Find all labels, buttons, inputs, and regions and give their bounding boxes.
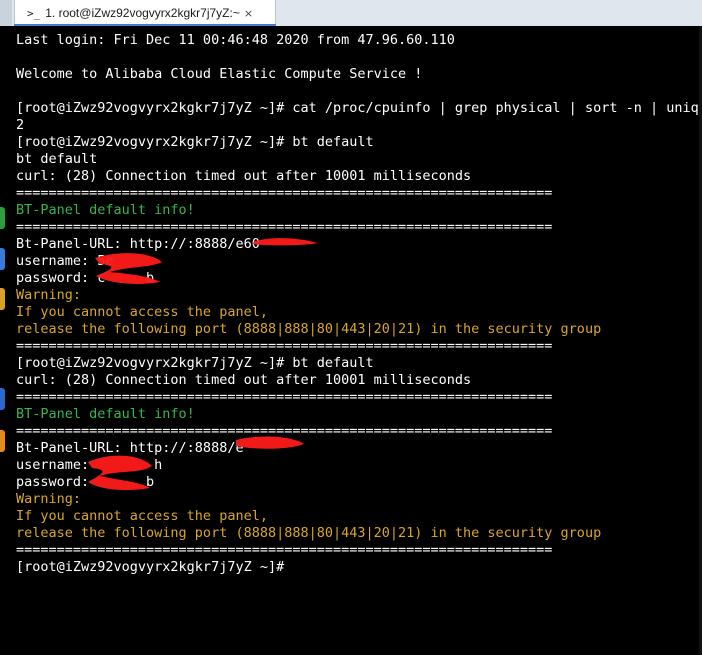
terminal-prompt-icon: >_ xyxy=(27,6,41,20)
terminal-line: BT-Panel default info! xyxy=(16,202,195,218)
terminal-line: ========================================… xyxy=(16,542,553,558)
terminal-line: ========================================… xyxy=(16,389,553,405)
terminal-line: release the following port (8888|888|80|… xyxy=(16,525,602,541)
terminal-line: Warning: xyxy=(16,491,82,507)
tab-session-1[interactable]: >_ 1. root@iZwz92vogvyrx2kgkr7j7yZ:~ × xyxy=(14,0,276,26)
terminal-line: bt default xyxy=(16,151,98,167)
tab-title: 1. root@iZwz92vogvyrx2kgkr7j7yZ:~ xyxy=(45,6,240,20)
tab-bar: >_ 1. root@iZwz92vogvyrx2kgkr7j7yZ:~ × xyxy=(0,0,702,26)
desktop-app-icon xyxy=(0,388,5,410)
terminal-line: password: c b xyxy=(16,270,155,286)
terminal-line: Bt-Panel-URL: http://:8888/e xyxy=(16,440,244,456)
terminal-window: >_ 1. root@iZwz92vogvyrx2kgkr7j7yZ:~ × L… xyxy=(0,0,702,655)
active-tab-indicator xyxy=(14,24,276,26)
terminal-line: If you cannot access the panel, xyxy=(16,508,268,524)
terminal-line: If you cannot access the panel, xyxy=(16,304,268,320)
desktop-app-icon xyxy=(0,248,5,270)
terminal-line: username: h xyxy=(16,457,163,473)
tab-bar-left-strip xyxy=(0,0,12,26)
terminal-line: [root@iZwz92vogvyrx2kgkr7j7yZ ~]# xyxy=(16,559,285,575)
terminal-line: BT-Panel default info! xyxy=(16,406,195,422)
terminal-line: ========================================… xyxy=(16,423,553,439)
terminal-line: [root@iZwz92vogvyrx2kgkr7j7yZ ~]# bt def… xyxy=(16,355,374,371)
terminal-line: curl: (28) Connection timed out after 10… xyxy=(16,372,472,388)
close-icon[interactable]: × xyxy=(244,7,253,20)
terminal-line: [root@iZwz92vogvyrx2kgkr7j7yZ ~]# bt def… xyxy=(16,134,374,150)
terminal-line: 2 xyxy=(16,117,25,133)
terminal-line: ========================================… xyxy=(16,219,553,235)
desktop-app-icon xyxy=(0,430,5,452)
terminal-line: Bt-Panel-URL: http://:8888/e60 xyxy=(16,236,260,252)
terminal-line: Warning: xyxy=(16,287,82,303)
desktop-app-icon xyxy=(0,207,5,229)
terminal-line: curl: (28) Connection timed out after 10… xyxy=(16,168,472,184)
terminal-line: username: 5e xyxy=(16,253,114,269)
terminal-line: Welcome to Alibaba Cloud Elastic Compute… xyxy=(16,66,423,82)
terminal-line: ========================================… xyxy=(16,338,553,354)
terminal-output[interactable]: Last login: Fri Dec 11 00:46:48 2020 fro… xyxy=(16,32,702,655)
terminal-line: ========================================… xyxy=(16,185,553,201)
terminal-line: release the following port (8888|888|80|… xyxy=(16,321,602,337)
desktop-app-icon xyxy=(0,288,5,310)
terminal-line: Last login: Fri Dec 11 00:46:48 2020 fro… xyxy=(16,32,455,48)
terminal-line: password: b xyxy=(16,474,155,490)
terminal-line: [root@iZwz92vogvyrx2kgkr7j7yZ ~]# cat /p… xyxy=(16,100,702,116)
